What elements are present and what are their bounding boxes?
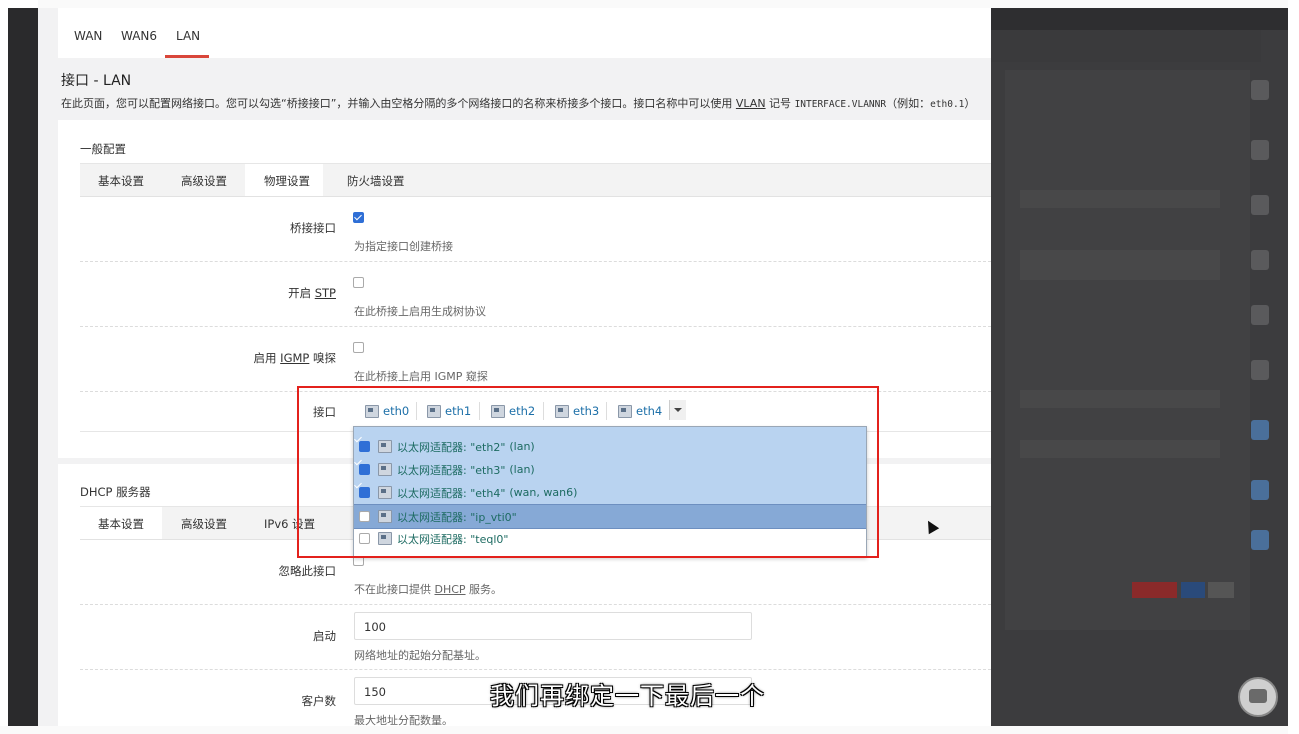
start-label: 启动: [313, 629, 336, 643]
bridge-hint: 为指定接口创建桥接: [354, 240, 453, 253]
tab-wan[interactable]: WAN: [74, 29, 102, 43]
background-reset-button: [1208, 582, 1234, 598]
ignore-hint: 不在此接口提供 DHCP 服务。: [354, 583, 503, 596]
video-frame-right: [1288, 0, 1299, 734]
vlan-link[interactable]: VLAN: [736, 97, 766, 110]
video-frame-left: [0, 0, 38, 734]
limit-label: 客户数: [301, 694, 337, 708]
dock-app-icon: [1251, 195, 1269, 215]
tab-physical-settings[interactable]: 物理设置: [264, 173, 310, 189]
page-description: 在此页面，您可以配置网络接口。您可以勾选“桥接接口”，并输入由空格分隔的多个网络…: [61, 97, 976, 110]
openwrt-page: WAN WAN6 LAN 接口 - LAN 在此页面，您可以配置网络接口。您可以…: [38, 8, 991, 726]
video-subtitle: 我们再绑定一下最后一个: [490, 682, 765, 710]
dhcp-title: DHCP 服务器: [80, 485, 151, 499]
dock-app-icon: [1251, 305, 1269, 325]
interface-tabs-bar: WAN WAN6 LAN: [58, 8, 991, 58]
bridge-label: 桥接接口: [290, 221, 336, 235]
channel-logo-icon: [1238, 677, 1278, 717]
background-toolbar: [991, 30, 1261, 62]
dock-app-icon: [1251, 250, 1269, 270]
highlight-annotation-box: [297, 386, 879, 558]
stp-hint: 在此桥接上启用生成树协议: [354, 305, 486, 318]
tab-wan6[interactable]: WAN6: [121, 29, 157, 43]
tab-firewall-settings[interactable]: 防火墙设置: [347, 173, 405, 189]
page-title: 接口 - LAN: [61, 73, 132, 89]
start-input[interactable]: 100: [354, 612, 752, 640]
tab-lan[interactable]: LAN: [176, 29, 200, 43]
ignore-label: 忽略此接口: [278, 564, 337, 578]
dock-app-icon: [1251, 480, 1269, 500]
igmp-hint: 在此桥接上启用 IGMP 窥探: [354, 370, 488, 383]
dhcp-tab-advanced[interactable]: 高级设置: [181, 516, 227, 532]
video-frame-top: [0, 0, 1299, 8]
background-save-apply-button: [1132, 582, 1177, 598]
start-hint: 网络地址的起始分配基址。: [354, 649, 486, 662]
tab-active-indicator: [165, 55, 209, 58]
bridge-checkbox[interactable]: [353, 212, 364, 223]
igmp-checkbox[interactable]: [353, 342, 364, 353]
general-config-title: 一般配置: [80, 142, 126, 156]
video-frame-bottom: [0, 726, 1299, 734]
limit-hint: 最大地址分配数量。: [354, 714, 453, 726]
tab-basic-settings[interactable]: 基本设置: [98, 173, 144, 189]
stp-label: 开启 STP: [288, 286, 336, 300]
background-panel: [1005, 70, 1250, 630]
menu-bar: [991, 8, 1288, 30]
background-save-button: [1181, 582, 1205, 598]
desktop-dock: [1251, 60, 1269, 660]
dock-app-icon: [1251, 140, 1269, 160]
dhcp-tab-basic[interactable]: 基本设置: [98, 516, 144, 532]
igmp-label: 启用 IGMP 嗅探: [253, 351, 336, 365]
dock-app-icon: [1251, 420, 1269, 440]
dock-app-icon: [1251, 530, 1269, 550]
tab-advanced-settings[interactable]: 高级设置: [181, 173, 227, 189]
dock-app-icon: [1251, 80, 1269, 100]
dock-app-icon: [1251, 360, 1269, 380]
general-config-tabs: 基本设置 高级设置 物理设置 防火墙设置: [80, 163, 991, 197]
stp-checkbox[interactable]: [353, 277, 364, 288]
